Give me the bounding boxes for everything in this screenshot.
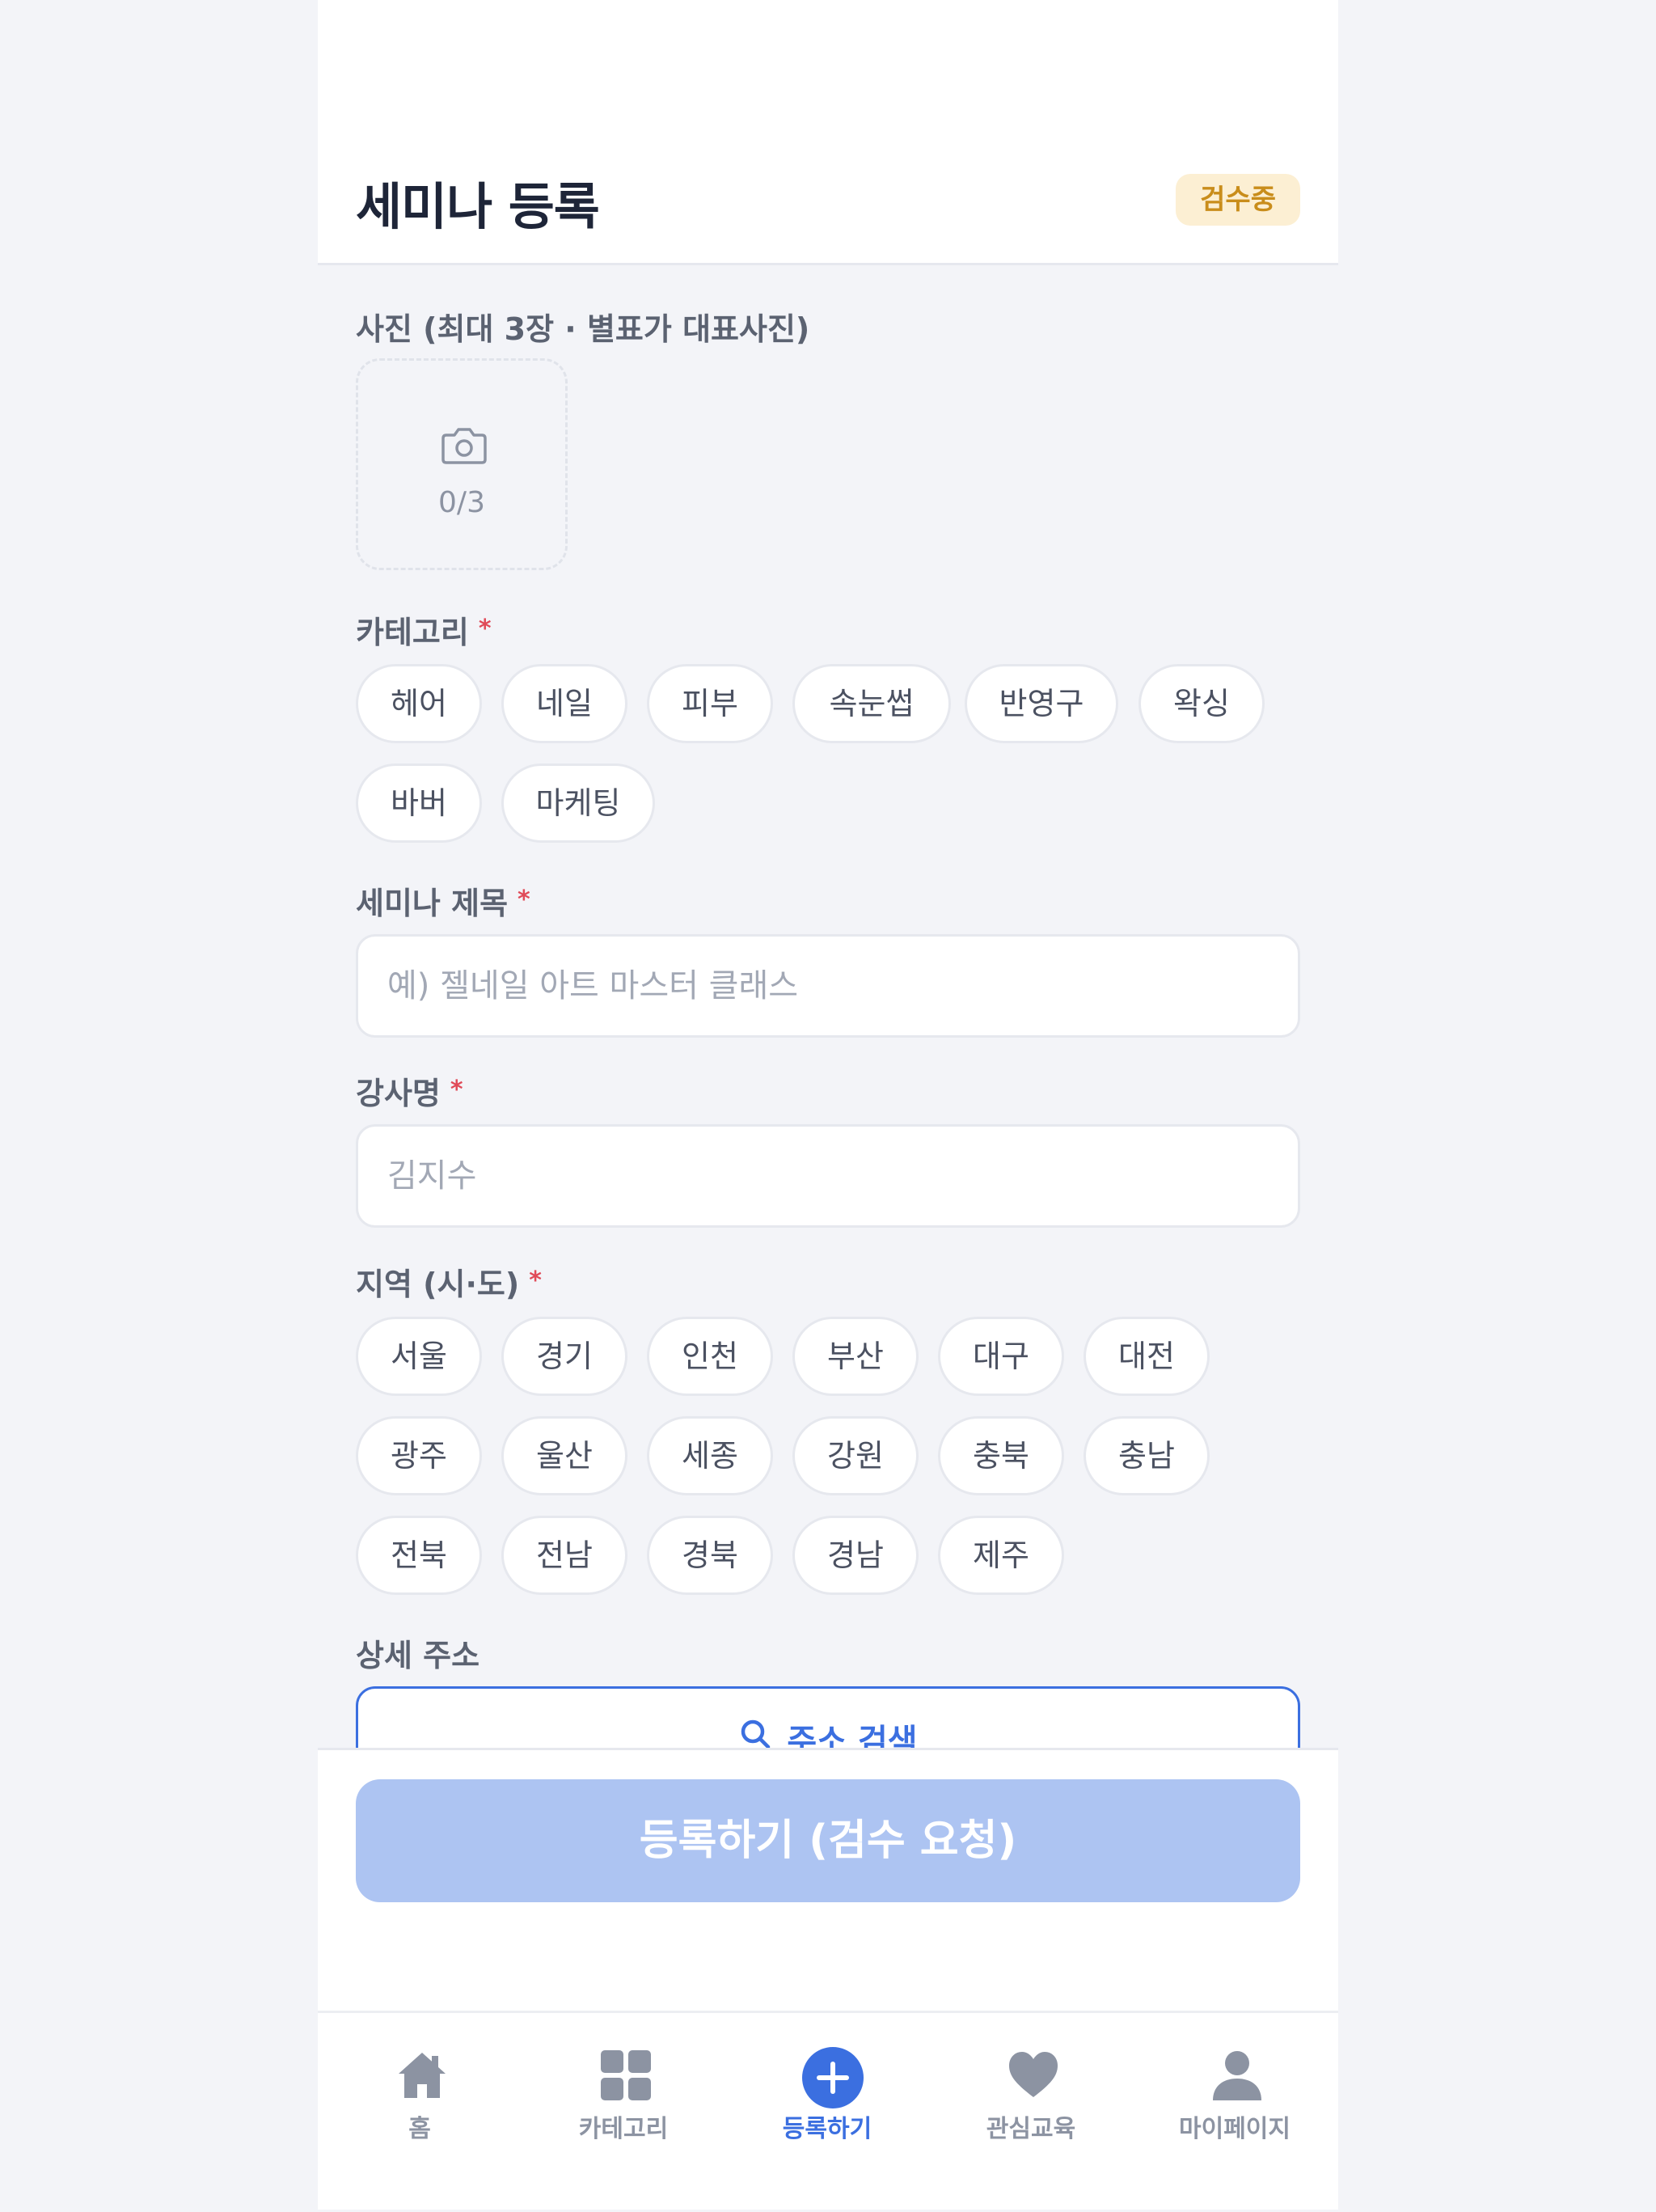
submit-bar: 등록하기 (검수 요청) [318, 1748, 1338, 2011]
category-chip-nail[interactable]: 네일 [501, 664, 627, 743]
title-label: 세미나 제목 * [356, 878, 530, 923]
required-mark: * [529, 1267, 542, 1295]
tab-label: 관심교육 [986, 2115, 1076, 2143]
user-icon [1210, 2049, 1264, 2102]
region-chip-jeonnam[interactable]: 전남 [501, 1516, 627, 1595]
region-label-text: 지역 (시·도) [356, 1267, 520, 1302]
tab-home[interactable]: 홈 [318, 2013, 522, 2212]
bottom-tab-bar: 홈 카테고리 등록하기 관심교육 마이페이지 [318, 2011, 1338, 2210]
title-label-text: 세미나 제목 [356, 886, 509, 921]
tab-label: 등록하기 [782, 2115, 872, 2143]
submit-button[interactable]: 등록하기 (검수 요청) [356, 1779, 1300, 1902]
instructor-label-text: 강사명 [356, 1076, 441, 1111]
tab-label: 마이페이지 [1179, 2115, 1291, 2143]
photo-count: 0/3 [438, 486, 485, 519]
instructor-name-input[interactable] [356, 1124, 1300, 1228]
photo-label: 사진 (최대 3장 · 별표가 대표사진) [356, 311, 810, 347]
region-chip-jeju[interactable]: 제주 [938, 1516, 1064, 1595]
region-chip-daegu[interactable]: 대구 [938, 1317, 1064, 1396]
header: 세미나 등록 검수중 [318, 0, 1338, 265]
category-chip-waxing[interactable]: 왁싱 [1138, 664, 1265, 743]
address-search-label: 주소 검색 [787, 1723, 918, 1748]
tab-label: 홈 [408, 2115, 431, 2143]
region-chip-sejong[interactable]: 세종 [647, 1416, 773, 1495]
tab-favorites[interactable]: 관심교육 [929, 2013, 1133, 2212]
heart-icon [1007, 2049, 1060, 2102]
region-chip-busan[interactable]: 부산 [792, 1317, 919, 1396]
category-chip-skin[interactable]: 피부 [647, 664, 773, 743]
region-chip-ulsan[interactable]: 울산 [501, 1416, 627, 1495]
tab-label: 카테고리 [578, 2115, 669, 2143]
region-chip-chungnam[interactable]: 충남 [1084, 1416, 1210, 1495]
region-chip-gyeongbuk[interactable]: 경북 [647, 1516, 773, 1595]
category-label: 카테고리 * [356, 607, 492, 652]
tab-mypage[interactable]: 마이페이지 [1133, 2013, 1337, 2212]
region-chip-gwangju[interactable]: 광주 [356, 1416, 482, 1495]
region-chip-incheon[interactable]: 인천 [647, 1317, 773, 1396]
form-content[interactable]: 사진 (최대 3장 · 별표가 대표사진) 0/3 카테고리 * 헤어 네일 피부… [318, 268, 1338, 1748]
address-label: 상세 주소 [356, 1638, 480, 1673]
address-search-button[interactable]: 주소 검색 [356, 1686, 1300, 1748]
photo-upload-box[interactable]: 0/3 [356, 358, 568, 570]
category-label-text: 카테고리 [356, 615, 469, 650]
instructor-label: 강사명 * [356, 1068, 463, 1113]
tab-register[interactable]: 등록하기 [725, 2013, 929, 2212]
region-label: 지역 (시·도) * [356, 1259, 542, 1304]
required-mark: * [450, 1076, 463, 1104]
category-chip-eyelash[interactable]: 속눈썹 [792, 664, 951, 743]
category-chip-hair[interactable]: 헤어 [356, 664, 482, 743]
category-chip-semipermanent[interactable]: 반영구 [965, 664, 1118, 743]
category-chip-barber[interactable]: 바버 [356, 763, 482, 843]
grid-icon [599, 2049, 653, 2102]
required-mark: * [518, 886, 530, 914]
camera-icon [440, 425, 488, 469]
category-chip-marketing[interactable]: 마케팅 [501, 763, 655, 843]
app-screen: 세미나 등록 검수중 사진 (최대 3장 · 별표가 대표사진) 0/3 카테고… [318, 0, 1338, 2210]
seminar-title-input[interactable] [356, 934, 1300, 1038]
region-chip-gyeonggi[interactable]: 경기 [501, 1317, 627, 1396]
home-icon [395, 2049, 449, 2102]
page-title: 세미나 등록 [356, 177, 600, 236]
region-chip-seoul[interactable]: 서울 [356, 1317, 482, 1396]
tab-category[interactable]: 카테고리 [522, 2013, 725, 2212]
plus-circle-icon [801, 2045, 865, 2110]
region-chip-jeonbuk[interactable]: 전북 [356, 1516, 482, 1595]
region-chip-daejeon[interactable]: 대전 [1084, 1317, 1210, 1396]
region-chip-gangwon[interactable]: 강원 [792, 1416, 919, 1495]
required-mark: * [478, 615, 492, 643]
region-chip-chungbuk[interactable]: 충북 [938, 1416, 1064, 1495]
status-badge: 검수중 [1176, 174, 1300, 226]
search-icon [738, 1717, 772, 1748]
region-chip-gyeongnam[interactable]: 경남 [792, 1516, 919, 1595]
